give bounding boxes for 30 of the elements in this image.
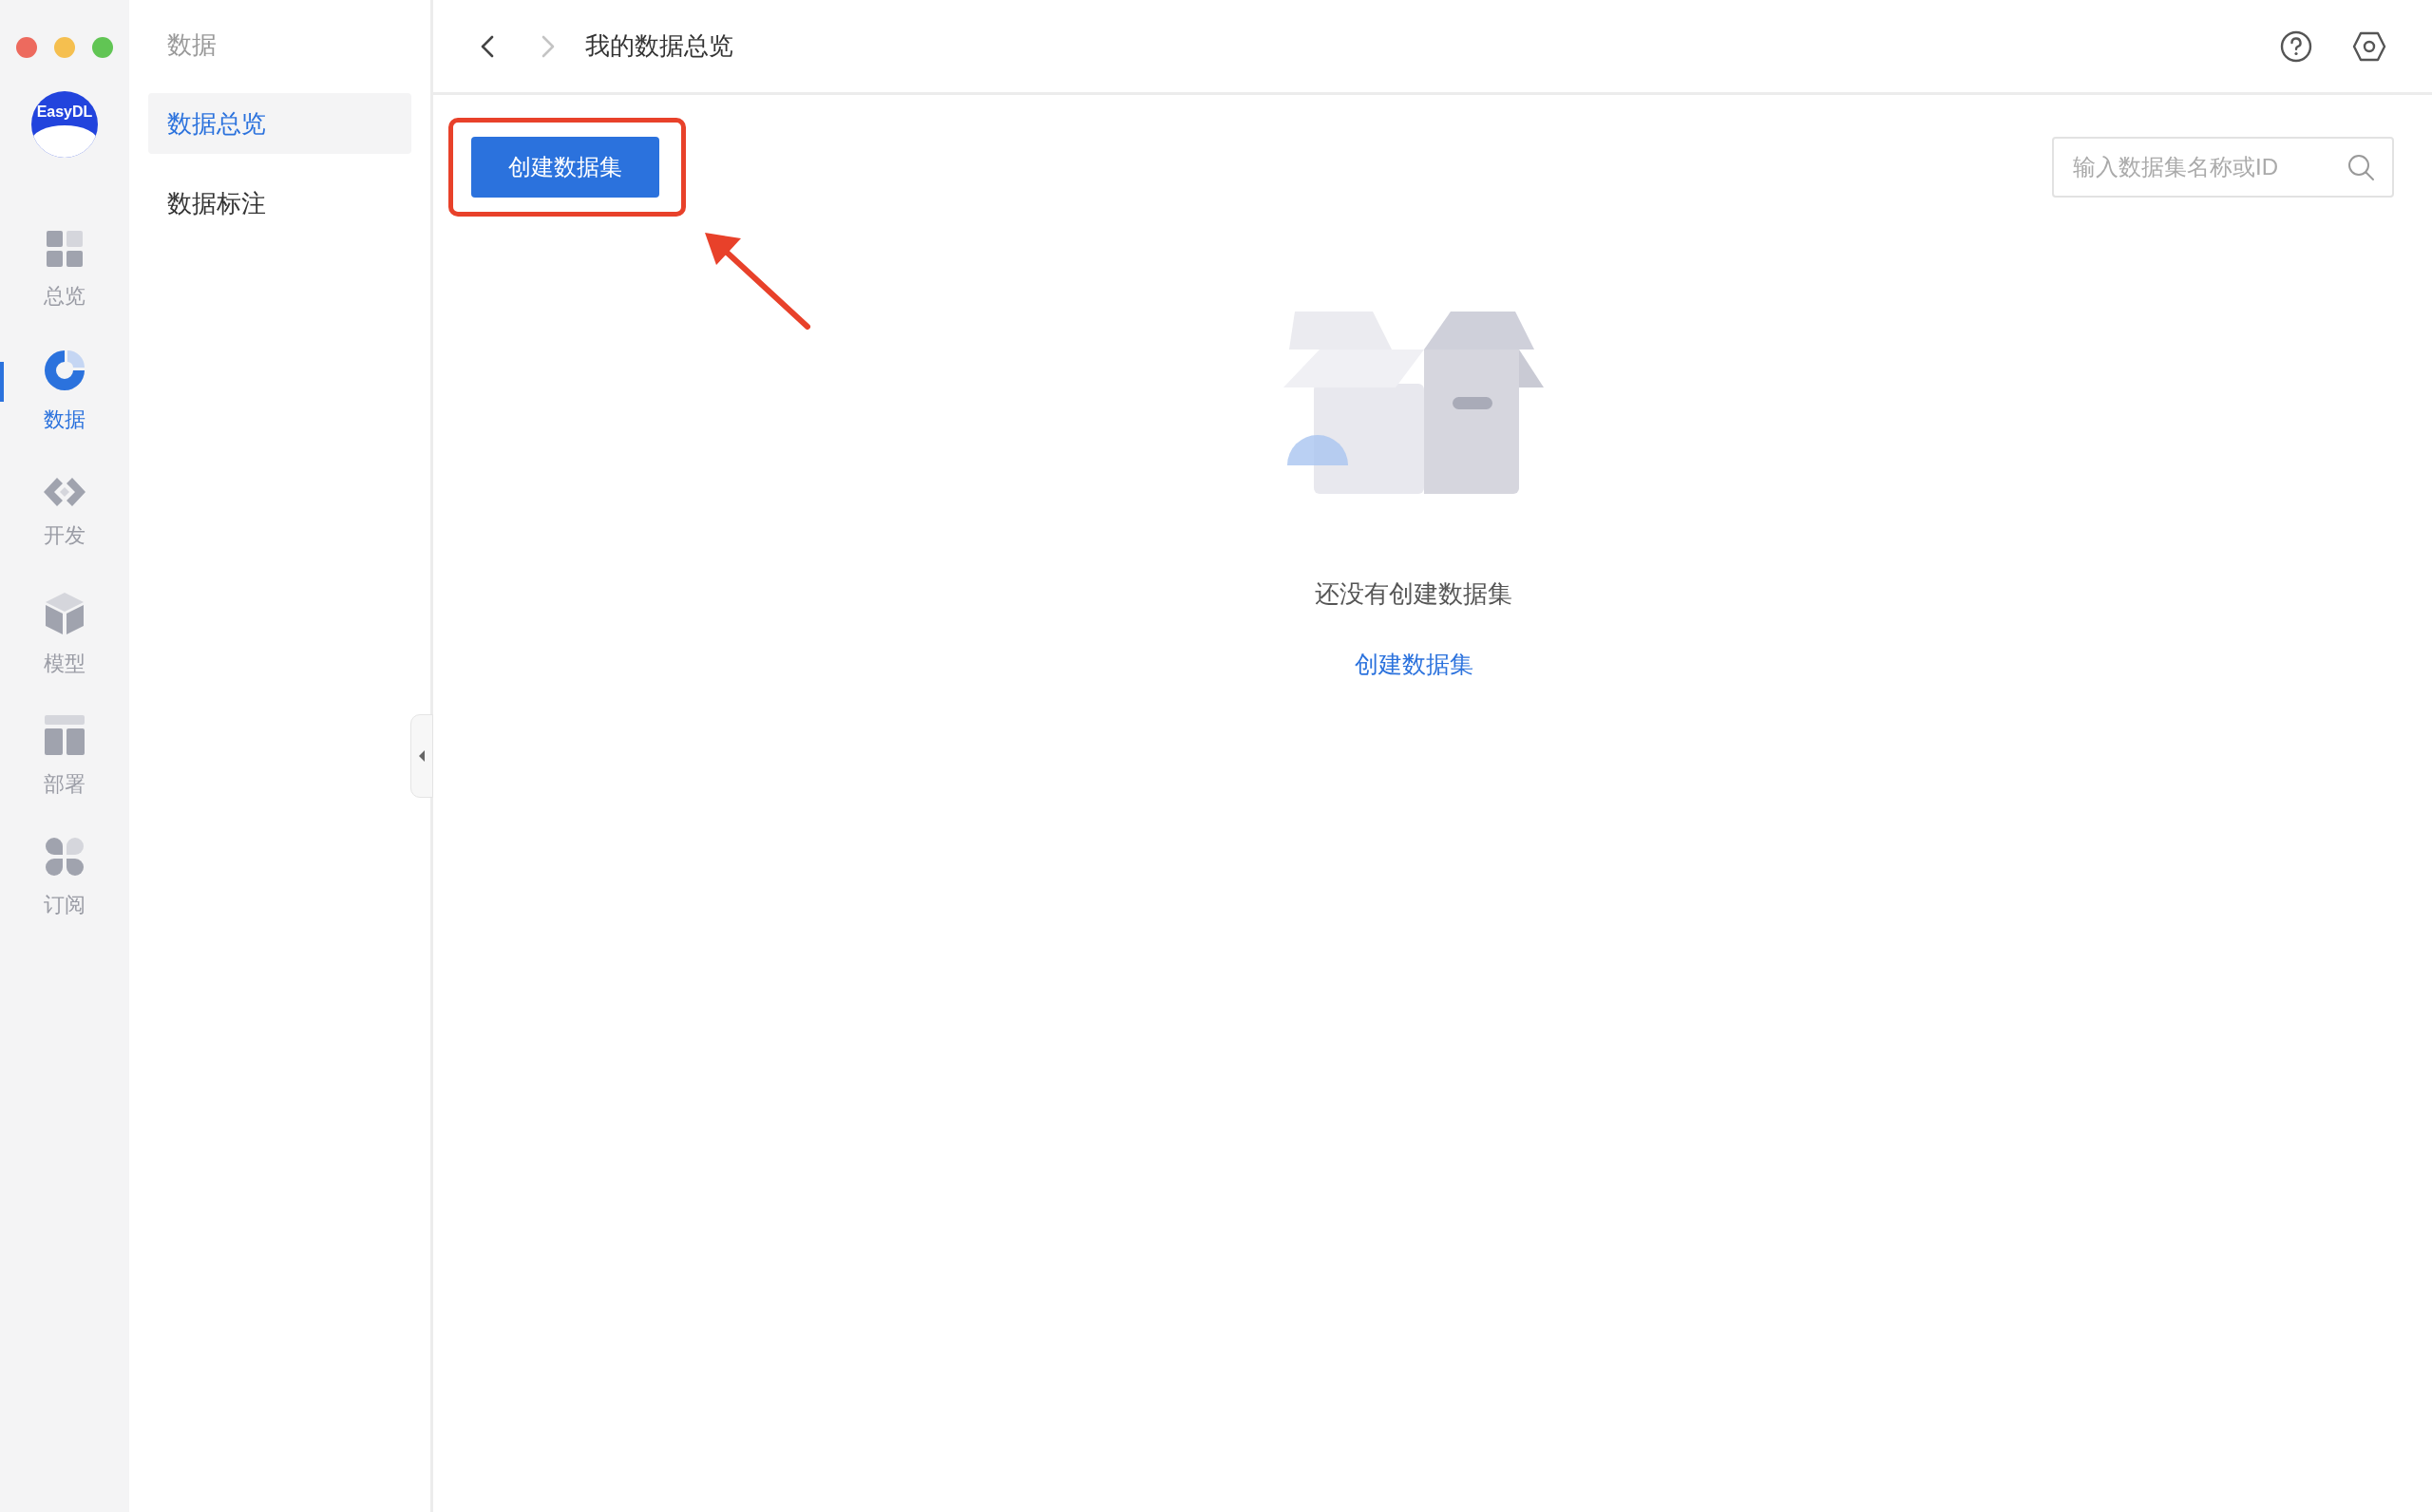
close-window-button[interactable]: [16, 37, 37, 58]
search-icon[interactable]: [2346, 153, 2375, 181]
active-indicator: [0, 362, 4, 402]
nav-rail-item[interactable]: 开发: [44, 519, 86, 551]
page-title: 我的数据总览: [585, 30, 733, 62]
grid-icon: [47, 230, 83, 267]
search-field[interactable]: 输入数据集名称或ID: [2052, 137, 2394, 198]
settings-icon[interactable]: [2352, 30, 2386, 62]
nav-rail-item[interactable]: 订阅: [44, 888, 86, 920]
nav-rail-item[interactable]: 部署: [44, 767, 86, 800]
collapse-handle[interactable]: [410, 714, 433, 798]
empty-state-message: 还没有创建数据集: [1315, 578, 1512, 610]
minimize-window-button[interactable]: [54, 37, 75, 58]
cube-icon: [46, 592, 84, 634]
app-logo: EasyDL: [31, 91, 98, 158]
four-leaf-icon: [46, 837, 84, 876]
help-icon[interactable]: [2280, 29, 2312, 63]
nav-rail-item[interactable]: 数据: [44, 403, 86, 435]
back-chevron-icon[interactable]: [479, 34, 496, 58]
donut-chart-icon: [45, 350, 85, 390]
sidebar-item[interactable]: 数据标注: [148, 173, 411, 234]
nav-rail-item[interactable]: 模型: [44, 647, 86, 679]
layout-icon: [45, 714, 85, 755]
nav-rail-item[interactable]: 总览: [44, 279, 86, 312]
create-dataset-link[interactable]: 创建数据集: [1354, 647, 1473, 683]
create-dataset-button[interactable]: 创建数据集: [471, 137, 659, 198]
sidebar-item[interactable]: 数据总览: [148, 93, 411, 154]
zoom-window-button[interactable]: [92, 37, 113, 58]
sidebar-title: 数据: [167, 32, 217, 57]
code-brackets-icon: [44, 477, 86, 506]
